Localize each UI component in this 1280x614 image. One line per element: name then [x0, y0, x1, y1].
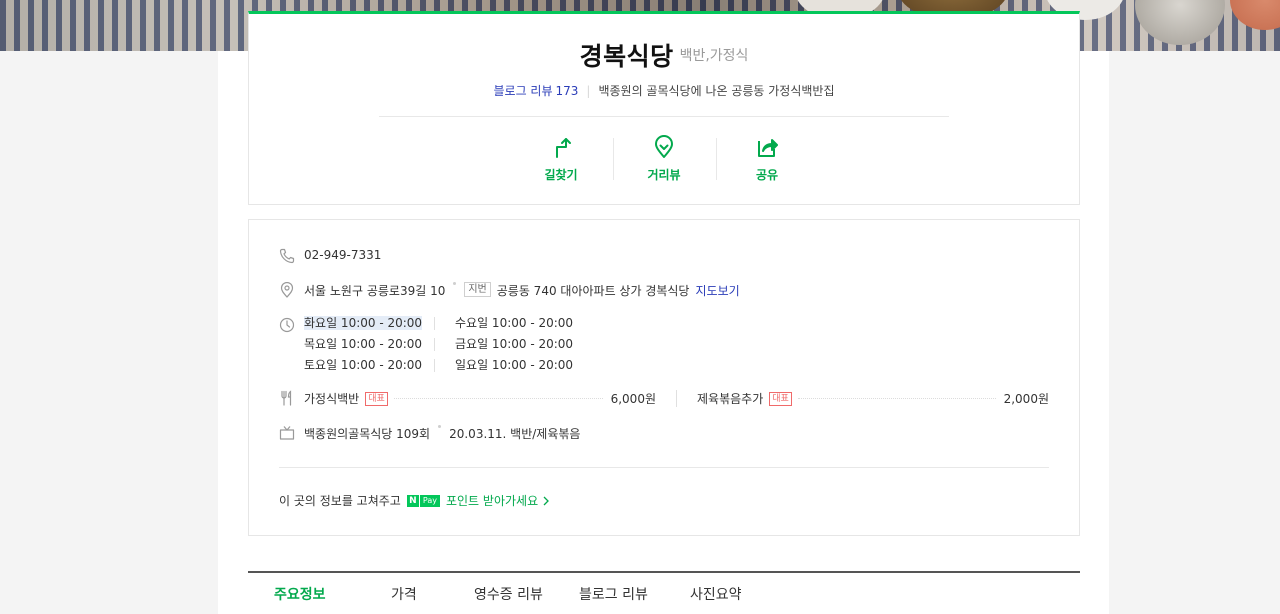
tab-price[interactable]: 가격 [391, 584, 474, 604]
menu-name: 제육볶음추가 [697, 392, 764, 406]
menu-name: 가정식백반 [304, 392, 360, 406]
leader-dots [797, 398, 996, 399]
hours-list: 화요일 10:00 - 20:00 수요일 10:00 - 20:00 목요일 … [304, 316, 584, 372]
share-button[interactable]: 공유 [715, 134, 819, 184]
blog-review-count: 173 [555, 84, 579, 98]
tab-blog-review[interactable]: 블로그 리뷰 [579, 584, 690, 604]
detail-tabs: 주요정보 가격 영수증 리뷰 블로그 리뷰 사진요약 [248, 571, 1080, 614]
tv-appearance-row: 백종원의골목식당 109회 20.03.11. 백반/제육볶음 [279, 425, 580, 442]
menu-item: 가정식백반 대표 6,000원 [304, 390, 656, 407]
representative-tag: 대표 [365, 391, 388, 406]
promo-link[interactable]: 포인트 받아가세요 [446, 492, 538, 509]
tab-photo-summary[interactable]: 사진요약 [690, 584, 742, 604]
menu-item: 제육볶음추가 대표 2,000원 [676, 390, 1049, 407]
clock-icon [279, 317, 295, 333]
jibun-tag: 지번 [464, 282, 491, 297]
chevron-right-icon [543, 496, 550, 505]
hours-item: 목요일 10:00 - 20:00 [304, 337, 423, 351]
tv-show: 백종원의골목식당 109회 [304, 427, 431, 441]
place-description: 백종원의 골목식당에 나온 공릉동 가정식백반집 [598, 84, 835, 98]
hours-row: 화요일 10:00 - 20:00 수요일 10:00 - 20:00 목요일 … [279, 316, 584, 372]
place-info-card: 02-949-7331 서울 노원구 공릉로39길 10 지번 공릉동 740 … [248, 219, 1080, 536]
promo-text: 이 곳의 정보를 고쳐주고 [279, 494, 401, 508]
tv-detail: 20.03.11. 백반/제육볶음 [449, 427, 581, 441]
hours-item: 금요일 10:00 - 20:00 [434, 338, 584, 351]
map-link[interactable]: 지도보기 [695, 282, 739, 299]
place-name: 경복식당 [579, 42, 674, 71]
representative-tag: 대표 [769, 391, 792, 406]
menu-price: 6,000원 [610, 392, 656, 406]
road-address: 서울 노원구 공릉로39길 10 [304, 284, 446, 298]
directions-icon [556, 138, 571, 158]
hours-item: 토요일 10:00 - 20:00 [304, 358, 423, 372]
jibun-address: 공릉동 740 대아아파트 상가 경복식당 [496, 284, 690, 298]
action-bar: 길찾기 거리뷰 공유 [249, 134, 1079, 194]
place-subtitle: 블로그 리뷰 173 | 백종원의 골목식당에 나온 공릉동 가정식백반집 [249, 82, 1079, 99]
divider [279, 467, 1049, 468]
place-category: 백반,가정식 [679, 48, 749, 64]
title-row: 경복식당 백반,가정식 [249, 37, 1079, 73]
separator-dot [438, 425, 442, 428]
hours-item: 화요일 10:00 - 20:00 [304, 316, 423, 330]
street-view-icon [655, 135, 673, 158]
fork-knife-icon [281, 390, 292, 406]
share-icon [758, 139, 778, 157]
tv-icon [279, 426, 295, 440]
directions-button[interactable]: 길찾기 [510, 134, 613, 184]
blog-review-link[interactable]: 블로그 리뷰 173 [493, 84, 578, 98]
separator: | [586, 84, 591, 98]
phone-row: 02-949-7331 [279, 248, 381, 264]
address-row: 서울 노원구 공릉로39길 10 지번 공릉동 740 대아아파트 상가 경복식… [279, 282, 740, 299]
location-pin-icon [280, 282, 294, 298]
phone-number[interactable]: 02-949-7331 [304, 248, 381, 262]
hours-item: 일요일 10:00 - 20:00 [434, 359, 584, 372]
separator-dot [453, 282, 457, 285]
npay-logo-icon: N Pay [406, 494, 440, 507]
menu-price: 2,000원 [1003, 392, 1049, 406]
tab-main-info[interactable]: 주요정보 [274, 584, 391, 604]
tab-receipt-review[interactable]: 영수증 리뷰 [474, 584, 579, 604]
street-view-button[interactable]: 거리뷰 [612, 134, 716, 184]
edit-info-promo[interactable]: 이 곳의 정보를 고쳐주고 N Pay 포인트 받아가세요 [279, 492, 551, 509]
menu-row: 가정식백반 대표 6,000원 제육볶음추가 대표 2,000원 [279, 390, 1049, 407]
phone-icon [279, 248, 295, 264]
hours-item: 수요일 10:00 - 20:00 [434, 317, 584, 330]
place-summary-card: 경복식당 백반,가정식 블로그 리뷰 173 | 백종원의 골목식당에 나온 공릉동 가… [248, 11, 1080, 205]
divider [379, 116, 949, 117]
leader-dots [393, 398, 603, 399]
